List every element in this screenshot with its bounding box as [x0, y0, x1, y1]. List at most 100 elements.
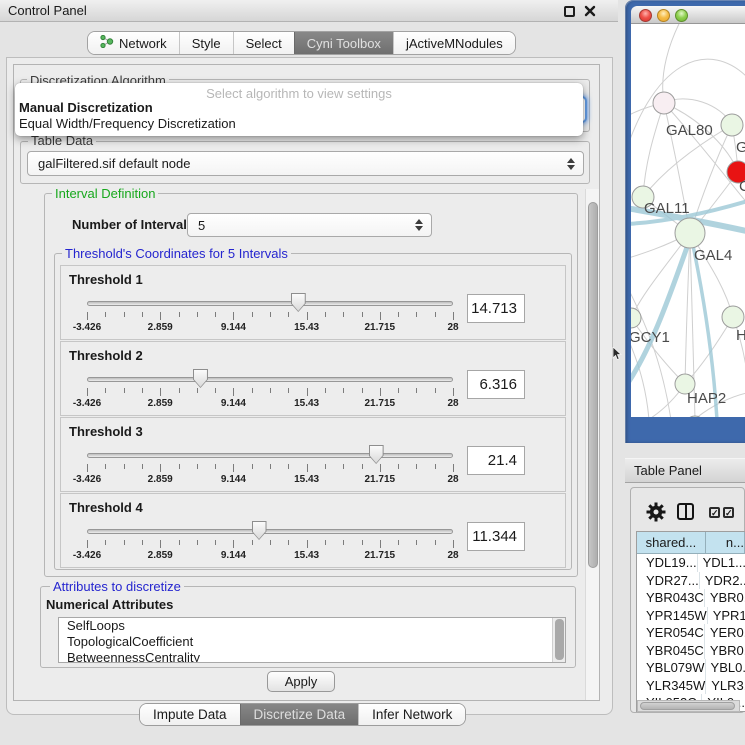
- threshold-value-field[interactable]: 14.713: [467, 294, 525, 323]
- num-intervals-combobox[interactable]: 5: [187, 213, 432, 237]
- network-window-titlebar[interactable]: [631, 6, 745, 24]
- slider-tick: [325, 540, 326, 545]
- threshold-label: Threshold 3: [69, 424, 143, 439]
- slider-handle[interactable]: [291, 293, 306, 312]
- table-row[interactable]: YER054CYER0...: [637, 624, 745, 642]
- network-node-gcy1[interactable]: [631, 308, 641, 328]
- table-row[interactable]: YLR345WYLR3...: [637, 677, 745, 695]
- table-cell[interactable]: YBR043C: [637, 589, 705, 607]
- table-cell[interactable]: YLR345W: [637, 677, 706, 695]
- table-cell[interactable]: YBR045C: [637, 642, 705, 660]
- attribute-list-item[interactable]: TopologicalCoefficient: [59, 634, 565, 650]
- attributes-list-scrollbar[interactable]: [552, 618, 565, 662]
- table-cell[interactable]: YDR2...: [700, 572, 745, 590]
- slider-tick: [252, 540, 253, 545]
- attributes-list[interactable]: SelfLoopsTopologicalCoefficientBetweenne…: [58, 617, 566, 663]
- slider-handle[interactable]: [369, 445, 384, 464]
- table-cell[interactable]: YDL19...: [637, 554, 698, 572]
- tab-select[interactable]: Select: [233, 32, 294, 54]
- table-cell[interactable]: YER0...: [705, 624, 745, 642]
- apply-button[interactable]: Apply: [267, 671, 335, 692]
- attribute-list-item[interactable]: SelfLoops: [59, 618, 565, 634]
- gear-icon[interactable]: [646, 502, 666, 522]
- slider-tick: [215, 464, 216, 469]
- slider-tick: [416, 312, 417, 317]
- slider-tick: [398, 312, 399, 317]
- tab-impute-data[interactable]: Impute Data: [140, 704, 240, 725]
- algorithm-option[interactable]: Manual Discretization: [15, 100, 583, 116]
- table-column-header[interactable]: shared...: [637, 532, 706, 554]
- slider-tick-label: 21.715: [350, 550, 410, 561]
- slider-handle[interactable]: [252, 521, 267, 540]
- threshold-panel-1: Threshold 1-3.4262.8599.14415.4321.71528…: [60, 265, 566, 340]
- slider-track[interactable]: [87, 377, 453, 382]
- network-node-gal4[interactable]: [675, 218, 705, 248]
- table-cell[interactable]: YBL079W: [637, 659, 706, 677]
- slider-tick-label: 9.144: [203, 474, 263, 485]
- slider-track[interactable]: [87, 529, 453, 534]
- node-attribute-table: shared...n... YDL19...YDL1...YDR27...YDR…: [636, 531, 745, 712]
- tab-jactivemnodules[interactable]: jActiveMNodules: [393, 32, 515, 54]
- checkbox-icon[interactable]: ✓: [709, 507, 720, 518]
- table-cell[interactable]: YDR27...: [637, 572, 700, 590]
- table-cell[interactable]: YER054C: [637, 624, 705, 642]
- panel-vertical-scrollbar[interactable]: [585, 189, 599, 700]
- table-cell[interactable]: YBR0...: [705, 589, 745, 607]
- float-window-icon[interactable]: [564, 6, 575, 17]
- tab-style[interactable]: Style: [179, 32, 233, 54]
- close-traffic-light[interactable]: [639, 9, 652, 22]
- slider-tick: [87, 312, 88, 320]
- attribute-list-item[interactable]: BetweennessCentrality: [59, 650, 565, 663]
- slider-tick: [197, 388, 198, 393]
- slider-tick: [307, 464, 308, 472]
- table-row[interactable]: YBR043CYBR0...: [637, 589, 745, 607]
- table-cell[interactable]: YBR0...: [705, 642, 745, 660]
- table-cell[interactable]: YPR1...: [708, 607, 745, 625]
- tab-network[interactable]: Network: [88, 32, 179, 54]
- table-data-combobox[interactable]: galFiltered.sif default node: [27, 151, 584, 176]
- slider-tick: [179, 540, 180, 545]
- table-row[interactable]: YBR045CYBR0...: [637, 642, 745, 660]
- tab-infer-network[interactable]: Infer Network: [358, 704, 465, 725]
- threshold-value-field[interactable]: 21.4: [467, 446, 525, 475]
- tab-discretize-data[interactable]: Discretize Data: [240, 704, 359, 725]
- close-icon[interactable]: [584, 5, 596, 17]
- slider-tick: [288, 312, 289, 317]
- slider-tick: [197, 312, 198, 317]
- network-node[interactable]: [685, 416, 705, 417]
- network-canvas[interactable]: GAL80GACGAL11GAL4GCY1HHAP2: [631, 24, 745, 417]
- slider-tick: [435, 464, 436, 469]
- threshold-value-field[interactable]: 6.316: [467, 370, 525, 399]
- algorithm-option[interactable]: Equal Width/Frequency Discretization: [15, 116, 583, 132]
- table-row[interactable]: YBL079WYBL0...: [637, 659, 745, 677]
- checkbox-icon[interactable]: ✓: [723, 507, 734, 518]
- table-cell[interactable]: YLR3...: [706, 677, 745, 695]
- node-label: H: [736, 327, 745, 344]
- slider-tick: [325, 312, 326, 317]
- slider-tick-label: 9.144: [203, 322, 263, 333]
- slider-track[interactable]: [87, 301, 453, 306]
- table-horizontal-scrollbar[interactable]: [637, 700, 740, 712]
- table-column-header[interactable]: n...: [706, 532, 745, 554]
- network-node-ga[interactable]: [721, 114, 743, 136]
- zoom-traffic-light[interactable]: [675, 9, 688, 22]
- network-node-h[interactable]: [722, 306, 744, 328]
- minimize-traffic-light[interactable]: [657, 9, 670, 22]
- table-cell[interactable]: YPR145W: [637, 607, 708, 625]
- slider-handle[interactable]: [193, 369, 208, 388]
- tab-cyni-toolbox[interactable]: Cyni Toolbox: [294, 32, 393, 54]
- control-panel-title: Control Panel: [8, 3, 87, 18]
- threshold-value-field[interactable]: 11.344: [467, 522, 525, 551]
- table-cell[interactable]: YBL0...: [706, 659, 745, 677]
- column-layout-icon[interactable]: [677, 503, 694, 520]
- network-node-gal80[interactable]: [653, 92, 675, 114]
- table-row[interactable]: YPR145WYPR1...: [637, 607, 745, 625]
- attributes-group-title: Attributes to discretize: [50, 580, 184, 593]
- table-row[interactable]: YDR27...YDR2...: [637, 572, 745, 590]
- slider-track[interactable]: [87, 453, 453, 458]
- slider-tick: [416, 388, 417, 393]
- table-cell[interactable]: YDL1...: [698, 554, 745, 572]
- table-row[interactable]: YDL19...YDL1...: [637, 554, 745, 572]
- slider-tick: [380, 540, 381, 548]
- slider-tick-label: 28: [423, 550, 483, 561]
